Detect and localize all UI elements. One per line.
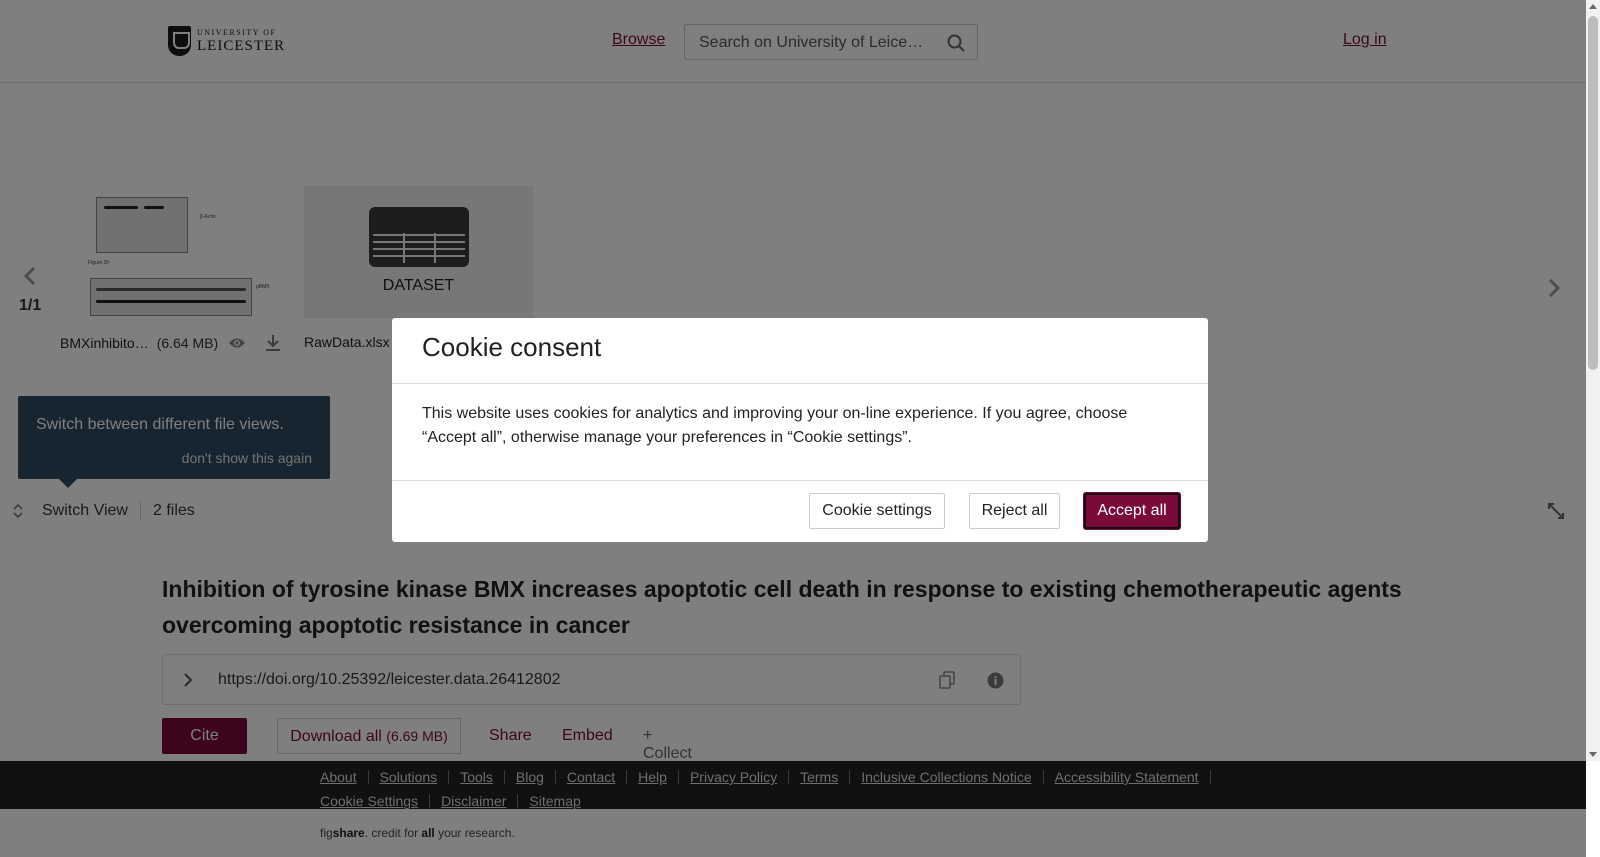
scroll-down-icon[interactable] xyxy=(1589,752,1597,757)
cookie-consent-dialog: Cookie consent This website uses cookies… xyxy=(392,318,1208,542)
scrollbar-thumb[interactable] xyxy=(1588,16,1598,370)
accept-all-button[interactable]: Accept all xyxy=(1084,493,1180,529)
divider xyxy=(392,480,1208,481)
cookie-dialog-title: Cookie consent xyxy=(422,332,602,362)
scroll-up-icon[interactable] xyxy=(1589,4,1597,9)
page-scrollbar[interactable] xyxy=(1586,0,1600,761)
cookie-dialog-body: This website uses cookies for analytics … xyxy=(422,405,1128,446)
reject-all-button[interactable]: Reject all xyxy=(969,493,1060,529)
cookie-settings-button[interactable]: Cookie settings xyxy=(809,493,945,529)
divider xyxy=(392,383,1208,384)
